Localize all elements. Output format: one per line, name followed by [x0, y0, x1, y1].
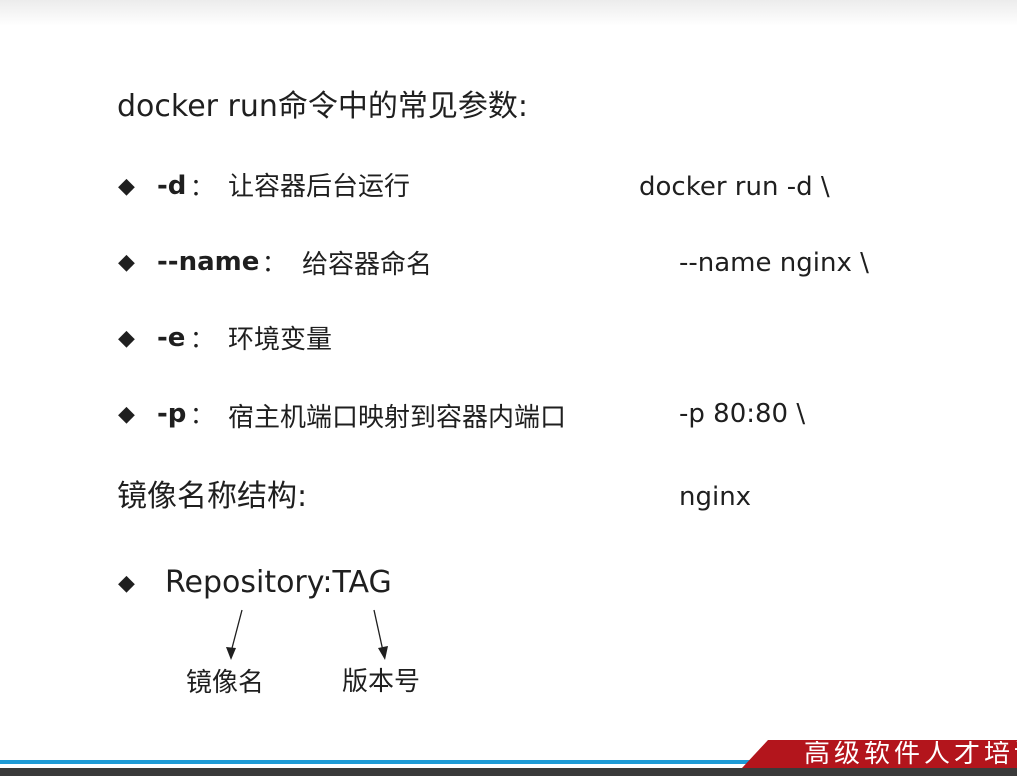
slide: docker run命令中的常见参数: ◆ -d ： 让容器后台运行 ◆ --n…	[0, 0, 1017, 776]
annotation-tag: 版本号	[342, 667, 421, 697]
annotation-repository: 镜像名	[186, 668, 265, 698]
footer-badge-text: 高级软件人才培训	[804, 741, 1017, 767]
footer-line-dark	[0, 768, 1017, 776]
arrow-repository-icon	[226, 609, 243, 660]
annotation-arrows	[226, 609, 388, 660]
arrow-tag-icon	[373, 609, 388, 660]
